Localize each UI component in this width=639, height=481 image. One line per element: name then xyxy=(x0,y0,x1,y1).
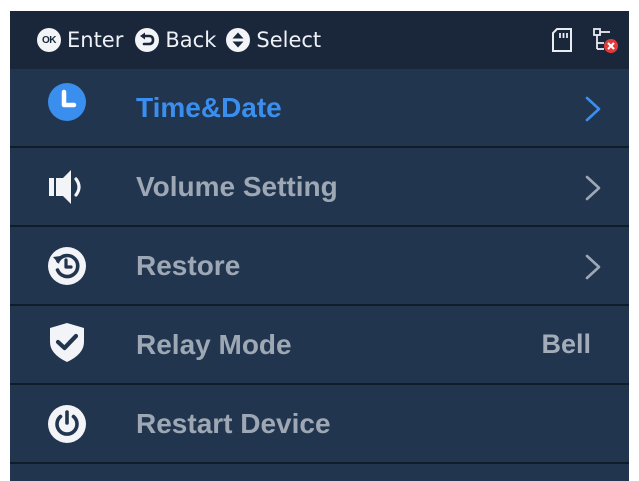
menu-item-label: Restart Device xyxy=(136,408,331,439)
ok-icon: OK xyxy=(37,28,61,52)
status-icons xyxy=(550,25,620,59)
select-hint-label: Select xyxy=(256,28,322,52)
menu-item-relay-mode[interactable]: Relay Mode Bell xyxy=(10,306,629,385)
menu-item-label: Restore xyxy=(136,250,241,281)
enter-hint-label: Enter xyxy=(67,28,124,52)
updown-icon xyxy=(226,28,251,52)
clock-icon xyxy=(45,80,89,124)
ok-icon-text: OK xyxy=(42,34,57,46)
menu-item-time-date[interactable]: Time&Date xyxy=(10,69,629,148)
select-hint: Select xyxy=(226,28,321,52)
enter-hint: OK Enter xyxy=(37,28,123,52)
network-disconnected-icon xyxy=(590,25,620,59)
relay-mode-value: Bell xyxy=(541,329,591,359)
chevron-right-icon xyxy=(583,95,603,123)
chevron-right-icon xyxy=(583,253,603,281)
settings-screen: OK Enter Back Select Time&Date Volume Se… xyxy=(10,11,629,481)
restore-icon xyxy=(45,244,89,288)
menu-item-restore[interactable]: Restore xyxy=(10,227,629,306)
back-icon xyxy=(135,28,160,52)
power-icon xyxy=(45,402,89,446)
speaker-icon xyxy=(45,165,89,209)
menu-item-label: Time&Date xyxy=(136,92,282,123)
back-hint: Back xyxy=(135,28,216,52)
chevron-right-icon xyxy=(583,174,603,202)
shield-check-icon xyxy=(45,320,89,364)
menu-item-label: Volume Setting xyxy=(136,171,338,202)
back-hint-label: Back xyxy=(165,28,217,52)
menu-item-label: Relay Mode xyxy=(136,329,292,360)
sd-card-icon xyxy=(550,26,574,58)
menu-item-restart-device[interactable]: Restart Device xyxy=(10,385,629,464)
menu-item-volume-setting[interactable]: Volume Setting xyxy=(10,148,629,227)
hint-bar: OK Enter Back Select xyxy=(10,11,629,69)
